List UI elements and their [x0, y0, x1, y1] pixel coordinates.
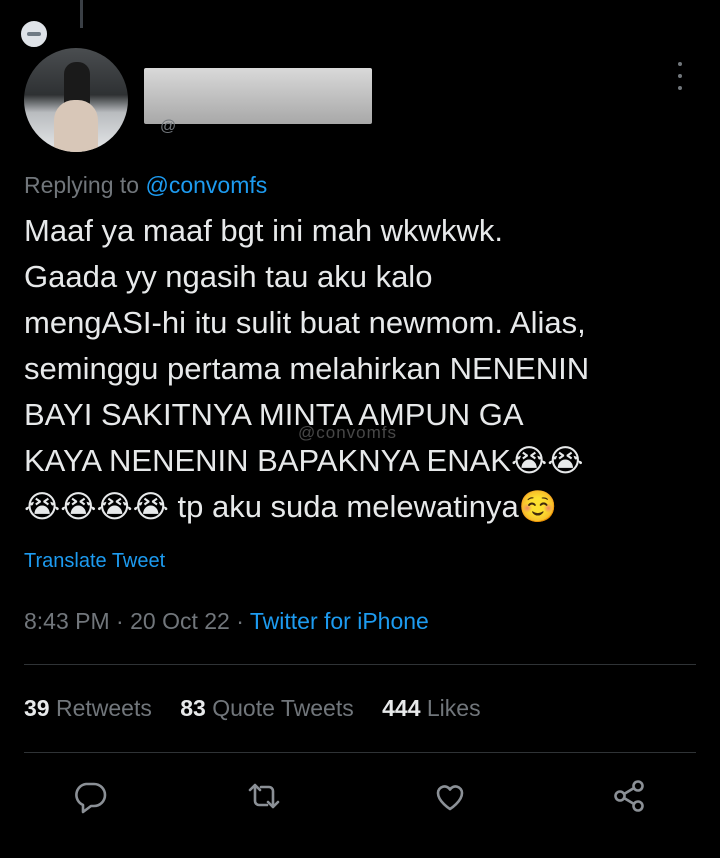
watermark: @convomfs [298, 423, 398, 442]
reply-button[interactable] [66, 772, 114, 820]
more-dot-icon [678, 62, 682, 66]
tweet-line: mengASI-hi itu sulit buat newmom. Alias, [24, 305, 586, 340]
retweet-button[interactable] [240, 772, 288, 820]
handle-fragment: @ [160, 118, 177, 135]
replying-to: Replying to @convomfs [24, 172, 268, 198]
tweet-stats: 39 Retweets 83 Quote Tweets 444 Likes [24, 695, 503, 722]
tweet-line: Gaada yy ngasih tau aku kalo [24, 259, 433, 294]
tweet-line: KAYA NENENIN BAPAKNYA ENAK😭😭 [24, 443, 584, 478]
retweets-stat[interactable]: 39 Retweets [24, 695, 152, 721]
tweet-line: seminggu pertama melahirkan NENENIN [24, 351, 590, 386]
thread-line [80, 0, 83, 28]
tweet-line: 😭😭😭😭 tp aku suda melewatinya☺️ [24, 489, 558, 524]
divider [24, 752, 696, 753]
reply-handle-link[interactable]: @convomfs [145, 172, 267, 198]
redacted-display-name [144, 68, 372, 124]
divider [24, 664, 696, 665]
more-dot-icon [678, 86, 682, 90]
share-button[interactable] [605, 772, 653, 820]
tweet-time: 8:43 PM [24, 608, 110, 634]
avatar[interactable] [24, 48, 128, 152]
retweet-icon [248, 783, 280, 809]
translate-tweet-link[interactable]: Translate Tweet [24, 550, 165, 573]
action-bar [0, 772, 720, 828]
tweet-date: 20 Oct 22 [130, 608, 230, 634]
reply-icon [75, 782, 107, 814]
more-dot-icon [678, 74, 682, 78]
tweet-source-link[interactable]: Twitter for iPhone [250, 608, 429, 634]
tweet-line: Maaf ya maaf bgt ini mah wkwkwk. [24, 213, 503, 248]
likes-stat[interactable]: 444 Likes [382, 695, 480, 721]
more-options-button[interactable] [668, 56, 692, 96]
like-icon [436, 785, 464, 811]
like-button[interactable] [426, 772, 474, 820]
tweet-meta: 8:43 PM · 20 Oct 22 · Twitter for iPhone [24, 608, 429, 634]
quote-tweets-stat[interactable]: 83 Quote Tweets [180, 695, 353, 721]
share-icon [614, 780, 644, 812]
tweet-text: Maaf ya maaf bgt ini mah wkwkwk. Gaada y… [24, 208, 704, 530]
blocked-badge-icon [18, 18, 50, 50]
